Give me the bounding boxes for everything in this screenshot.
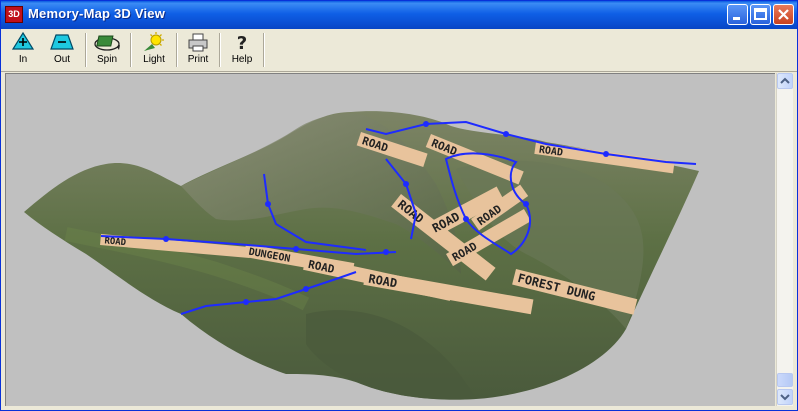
zoom-out-label: Out bbox=[53, 54, 71, 65]
maximize-button[interactable] bbox=[750, 4, 771, 25]
chevron-down-icon bbox=[780, 394, 790, 401]
light-label: Light bbox=[143, 54, 165, 65]
vertical-scrollbar[interactable] bbox=[776, 73, 793, 406]
help-question-icon: ? bbox=[237, 33, 247, 53]
terrain-render: ROAD ROAD ROAD ROAD ROAD ROAD ROAD DUNGE… bbox=[24, 111, 699, 400]
app-3d-icon: 3D bbox=[5, 6, 23, 23]
svg-text:?: ? bbox=[237, 33, 247, 53]
toolbar-separator bbox=[176, 33, 178, 67]
chevron-up-icon bbox=[780, 77, 790, 84]
print-button[interactable]: Print bbox=[182, 31, 214, 69]
scroll-up-button[interactable] bbox=[777, 73, 793, 89]
road-label: ROAD bbox=[104, 236, 127, 248]
3d-view-window: 3D Memory-Map 3D View In Out Spin Light … bbox=[0, 0, 798, 411]
zoom-in-button[interactable]: In bbox=[7, 31, 39, 69]
3d-terrain-viewport[interactable]: ROAD ROAD ROAD ROAD ROAD ROAD ROAD DUNGE… bbox=[5, 73, 775, 406]
spin-icon bbox=[94, 35, 120, 51]
zoom-in-icon bbox=[11, 31, 35, 50]
toolbar-separator bbox=[85, 33, 87, 67]
print-label: Print bbox=[187, 54, 209, 65]
printer-icon bbox=[188, 33, 208, 52]
spin-label: Spin bbox=[96, 54, 117, 65]
minimize-button[interactable] bbox=[727, 4, 748, 25]
close-button[interactable] bbox=[773, 4, 794, 25]
zoom-out-icon bbox=[50, 34, 74, 50]
help-label: Help bbox=[231, 54, 253, 65]
toolbar-separator bbox=[263, 33, 265, 67]
zoom-out-button[interactable]: Out bbox=[45, 31, 79, 69]
toolbar-separator bbox=[219, 33, 221, 67]
close-icon bbox=[778, 9, 789, 20]
light-sun-icon bbox=[144, 32, 164, 51]
minimize-icon bbox=[733, 17, 740, 20]
help-button[interactable]: ? Help bbox=[226, 31, 258, 69]
maximize-icon bbox=[754, 8, 767, 20]
spin-button[interactable]: Spin bbox=[90, 31, 124, 69]
light-button[interactable]: Light bbox=[136, 31, 172, 69]
scroll-down-button[interactable] bbox=[777, 389, 793, 405]
title-bar[interactable]: 3D Memory-Map 3D View bbox=[1, 1, 797, 29]
window-title: Memory-Map 3D View bbox=[28, 6, 166, 21]
scroll-thumb[interactable] bbox=[777, 373, 793, 387]
zoom-in-label: In bbox=[18, 54, 28, 65]
toolbar: In Out Spin Light Print ? Help bbox=[1, 29, 797, 72]
toolbar-separator bbox=[130, 33, 132, 67]
